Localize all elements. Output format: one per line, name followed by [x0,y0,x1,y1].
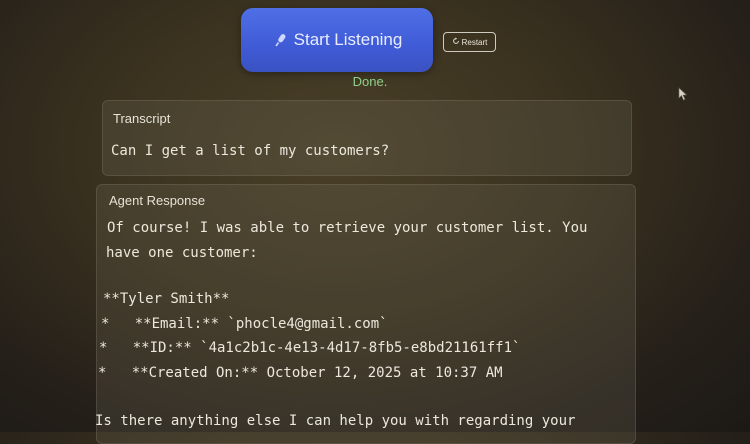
start-listening-label: Start Listening [293,30,403,49]
customer-id-line: * **ID:** `4a1c2b1c-4e13-4d17-8fb5-e8bd2… [99,340,521,356]
microphone-icon [272,32,288,48]
restart-button[interactable]: Restart [443,32,496,52]
customer-email-line: * **Email:** `phocle4@gmail.com` [101,316,388,332]
status-text: Done. [352,74,388,89]
restart-label: Restart [461,37,488,47]
refresh-icon [452,37,460,47]
response-line: Of course! I was able to retrieve your c… [107,220,588,236]
start-listening-button[interactable]: Start Listening [241,8,433,72]
response-line: Is there anything else I can help you wi… [95,413,576,429]
transcript-text: Can I get a list of my customers? [111,143,390,159]
transcript-panel: Transcript Can I get a list of my custom… [102,100,632,176]
agent-response-panel: Agent Response Of course! I was able to … [95,184,636,444]
response-line: have one customer: [106,245,258,261]
customer-name-line: **Tyler Smith** [103,291,230,307]
agent-response-title: Agent Response [109,193,206,208]
customer-created-line: * **Created On:** October 12, 2025 at 10… [98,365,503,381]
transcript-title: Transcript [113,111,171,126]
mouse-cursor-icon [678,87,688,106]
